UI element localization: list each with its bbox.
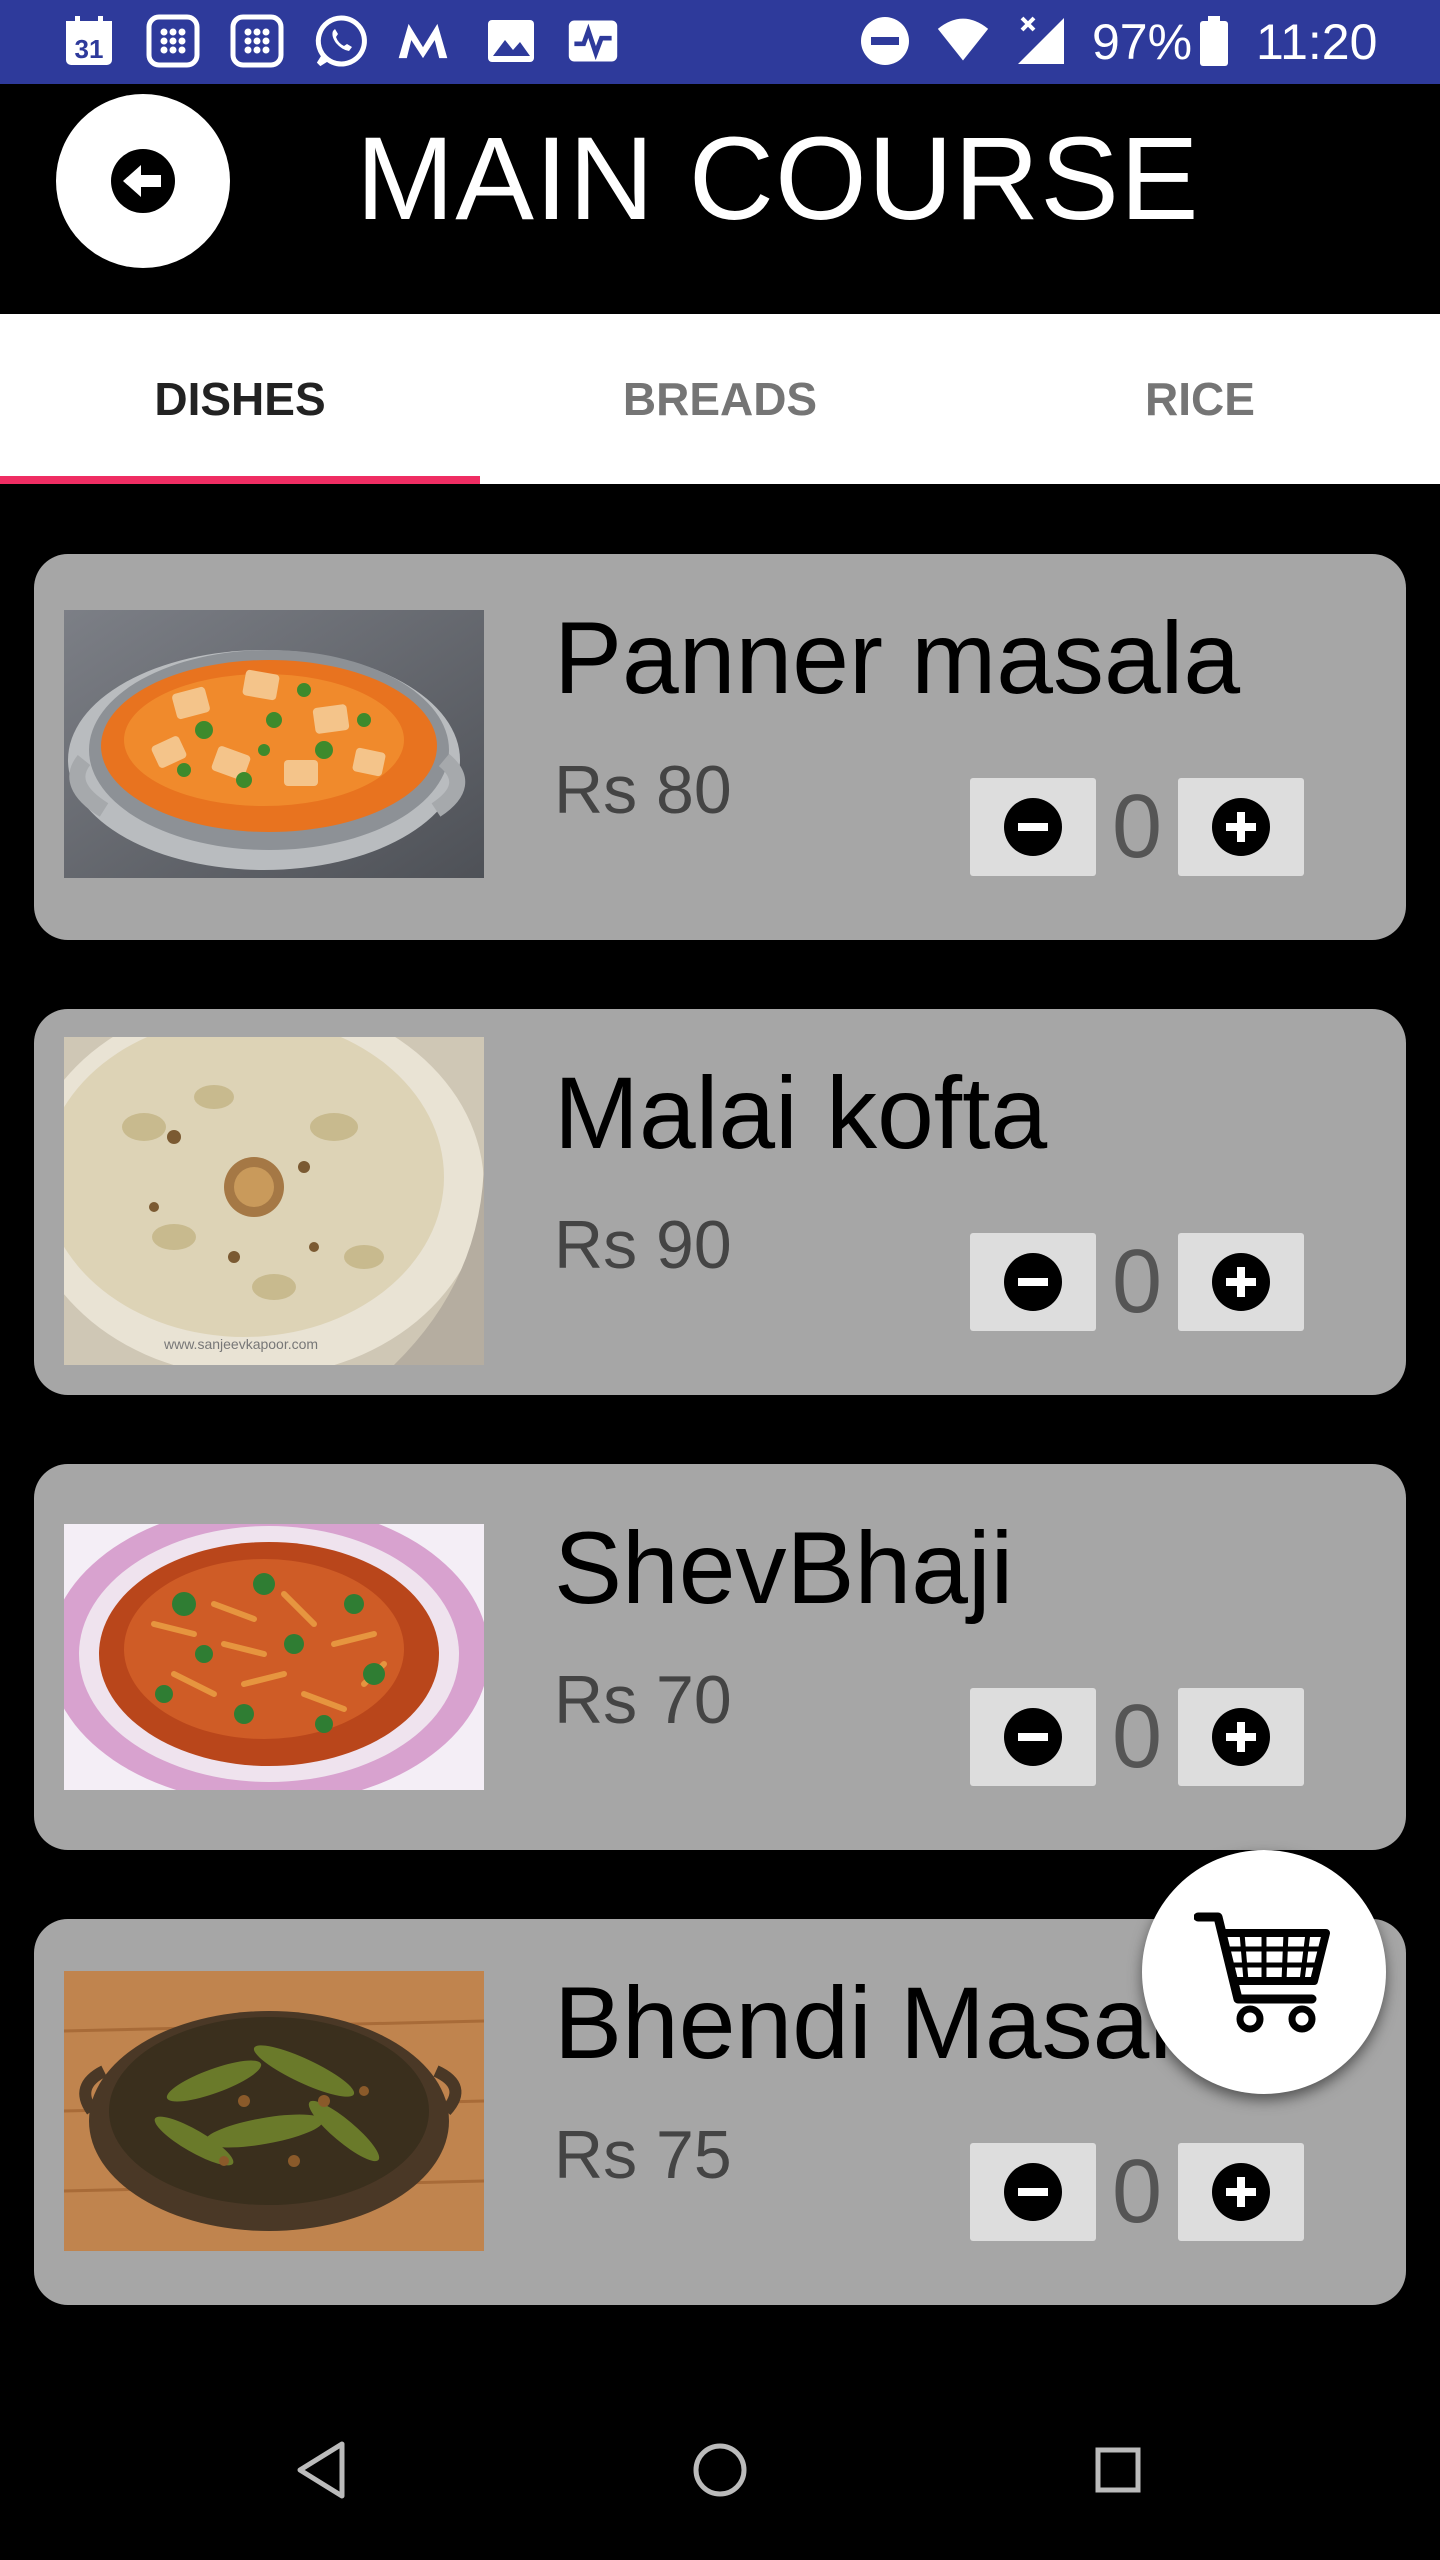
dish-price: Rs 90 (554, 1207, 732, 1283)
dish-name: Panner masala (554, 601, 1241, 715)
wifi-icon (936, 14, 990, 68)
decrease-quantity-button[interactable] (970, 1688, 1096, 1786)
category-tabs: DISHES BREADS RICE (0, 314, 1440, 484)
dish-photo: www.sanjeevkapoor.com (64, 1037, 484, 1365)
nav-recents-button[interactable] (1068, 2420, 1168, 2520)
dish-name: ShevBhaji (554, 1511, 1014, 1625)
calendar-icon: 31 (62, 14, 116, 68)
whatsapp-icon (314, 14, 368, 68)
system-nav-bar (0, 2380, 1440, 2560)
dish-name: Bhendi Masala (554, 1966, 1229, 2080)
back-button[interactable] (56, 94, 230, 268)
menu-item-card: ShevBhaji Rs 70 0 (34, 1464, 1406, 1850)
dish-photo (64, 1524, 484, 1790)
plus-circle-icon (1212, 798, 1270, 856)
status-bar: 31 97% 11:20 (0, 0, 1440, 84)
gallery-icon (484, 14, 538, 68)
page-title: MAIN COURSE (356, 113, 1200, 245)
battery-percent: 97% (1092, 14, 1193, 70)
menu-item-card: Panner masala Rs 80 0 (34, 554, 1406, 940)
back-arrow-icon (111, 149, 175, 213)
cart-button[interactable] (1142, 1850, 1386, 2094)
plus-circle-icon (1212, 1708, 1270, 1766)
plus-circle-icon (1212, 1253, 1270, 1311)
quantity-value: 0 (1111, 1686, 1163, 1787)
tab-dishes[interactable]: DISHES (0, 314, 480, 484)
nav-back-button[interactable] (272, 2420, 372, 2520)
watermark-text: www.sanjeevkapoor.com (163, 1336, 318, 1352)
quantity-value: 0 (1111, 2141, 1163, 2242)
back-icon (297, 2441, 345, 2499)
decrease-quantity-button[interactable] (970, 2143, 1096, 2241)
tab-rice[interactable]: RICE (960, 314, 1440, 484)
dish-name: Malai kofta (554, 1056, 1048, 1170)
increase-quantity-button[interactable] (1178, 778, 1304, 876)
decrease-quantity-button[interactable] (970, 1233, 1096, 1331)
myntra-icon (396, 14, 450, 68)
decrease-quantity-button[interactable] (970, 778, 1096, 876)
dish-price: Rs 75 (554, 2117, 732, 2193)
nav-home-button[interactable] (670, 2420, 770, 2520)
battery-icon (1196, 14, 1232, 68)
dish-price: Rs 70 (554, 1662, 732, 1738)
dialpad-icon (230, 14, 284, 68)
dnd-icon (858, 14, 912, 68)
recents-icon (1095, 2447, 1141, 2493)
quantity-value: 0 (1111, 776, 1163, 877)
increase-quantity-button[interactable] (1178, 1688, 1304, 1786)
home-icon (693, 2443, 747, 2497)
dish-photo (64, 1971, 484, 2251)
minus-circle-icon (1004, 2163, 1062, 2221)
minus-circle-icon (1004, 1253, 1062, 1311)
activity-icon (566, 14, 620, 68)
dish-photo (64, 610, 484, 878)
tab-breads[interactable]: BREADS (480, 314, 960, 484)
app-bar: MAIN COURSE (0, 84, 1440, 314)
increase-quantity-button[interactable] (1178, 2143, 1304, 2241)
signal-icon (1014, 14, 1068, 68)
minus-circle-icon (1004, 798, 1062, 856)
plus-circle-icon (1212, 2163, 1270, 2221)
dialpad-icon (146, 14, 200, 68)
clock: 11:20 (1256, 14, 1378, 70)
calendar-day: 31 (75, 34, 104, 64)
menu-item-card: www.sanjeevkapoor.com Malai kofta Rs 90 … (34, 1009, 1406, 1395)
minus-circle-icon (1004, 1708, 1062, 1766)
dish-price: Rs 80 (554, 752, 732, 828)
increase-quantity-button[interactable] (1178, 1233, 1304, 1331)
quantity-value: 0 (1111, 1231, 1163, 1332)
shopping-cart-icon (1194, 1912, 1330, 2033)
